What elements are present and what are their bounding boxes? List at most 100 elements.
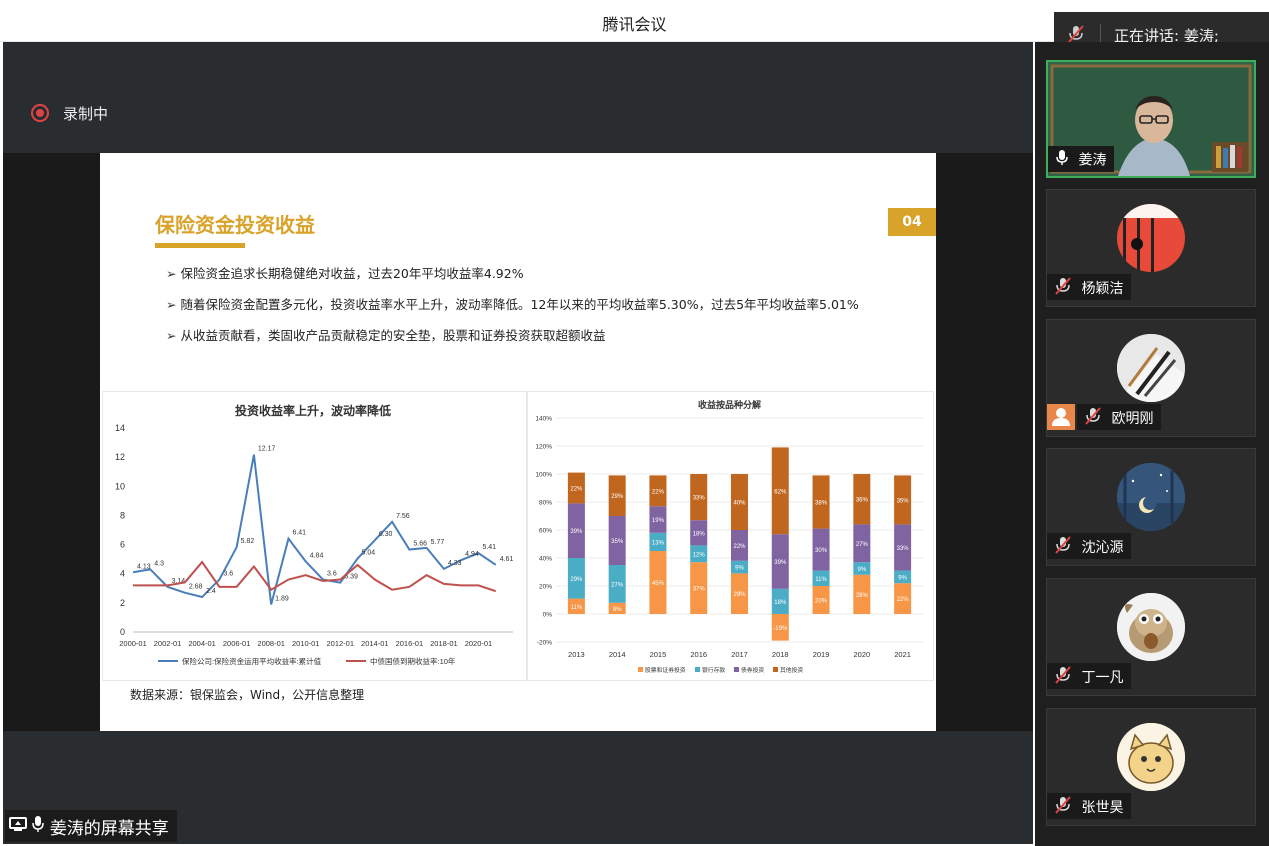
data-source-note: 数据来源：银保监会，Wind，公开信息整理 (130, 688, 365, 702)
bar-label: 20% (815, 599, 828, 605)
y-tick-label: 2 (120, 598, 125, 608)
pens-avatar (1117, 334, 1185, 402)
participant-tile[interactable]: 姜涛 (1046, 60, 1256, 178)
y-tick-label: 100% (535, 472, 552, 479)
participant-tile[interactable]: 杨颖洁 (1046, 189, 1256, 307)
data-label: 5.66 (413, 541, 427, 548)
bar-label: 29% (733, 592, 746, 598)
participant-name: 杨颖洁 (1081, 281, 1124, 297)
bar-label: 37% (693, 587, 706, 593)
bar-label: 39% (570, 529, 583, 535)
participant-name: 丁一凡 (1081, 670, 1124, 686)
x-tick-label: 2006-01 (223, 639, 251, 648)
slide-bullet: 保险资金追求长期稳健绝对收益，过去20年平均收益率4.92% (166, 263, 859, 294)
data-label: 5.82 (241, 538, 255, 545)
data-label: 3.6 (327, 571, 337, 578)
x-tick-label: 2002-01 (154, 639, 182, 648)
data-label: 6.41 (292, 530, 306, 537)
participant-name: 张世昊 (1081, 800, 1124, 816)
screen-share-banner[interactable]: 姜涛的屏幕共享 (5, 810, 177, 842)
participant-tile[interactable]: 丁一凡 (1046, 578, 1256, 696)
y-tick-label: -20% (537, 640, 552, 647)
squirrel-avatar (1117, 593, 1185, 661)
y-tick-label: 120% (535, 444, 552, 451)
participant-name-bar: 欧明刚 (1077, 404, 1162, 430)
bar-label: 11% (571, 605, 583, 611)
y-tick-label: 14 (115, 423, 125, 433)
bar-label: 9% (735, 566, 744, 572)
participant-tile[interactable]: 欧明刚 (1046, 319, 1256, 437)
participant-name-bar: 杨颖洁 (1047, 274, 1132, 300)
bar-label: 22% (652, 489, 665, 495)
y-tick-label: 140% (535, 416, 552, 423)
slide-bullets: 保险资金追求长期稳健绝对收益，过去20年平均收益率4.92% 随着保险资金配置多… (166, 263, 859, 356)
legend-label: 银行存款 (702, 666, 725, 674)
bar-label: 39% (774, 560, 787, 566)
data-label: 5.04 (362, 550, 376, 557)
line-chart-panel: 投资收益率上升，波动率降低 0 2 4 6 8 10 12 14 2000-01 2002-01 2… (102, 391, 527, 681)
x-tick-label: 2012-01 (327, 639, 355, 648)
y-tick-label: 0% (543, 612, 553, 619)
stacked-bar-chart: -20% 0% 20% 40% 60% 80% 100% 120% 140% 11% 29% 39% 2… (535, 416, 923, 674)
data-label: 6.30 (379, 531, 393, 538)
mic-icon (32, 816, 49, 838)
bar-label: 29% (611, 494, 624, 500)
data-label: 5.41 (482, 544, 496, 551)
bar-label: 11% (815, 577, 827, 583)
participant-tile[interactable]: 张世昊 (1046, 708, 1256, 826)
bar-label: 27% (611, 582, 624, 588)
bar-label: 29% (570, 577, 583, 583)
y-tick-label: 80% (539, 500, 552, 507)
recording-label: 录制中 (63, 105, 109, 123)
bar-label: 28% (856, 593, 869, 599)
bar-label: 33% (897, 546, 910, 552)
legend-label: 债券投资 (741, 666, 764, 674)
legend-swatch (734, 667, 739, 672)
slide-bullet: 从收益贡献看，类固收产品贡献稳定的安全垫，股票和证券投资获取超额收益 (166, 325, 859, 356)
bar-label: 62% (774, 489, 787, 495)
x-tick-label: 2014 (609, 650, 626, 659)
line-chart: 0 2 4 6 8 10 12 14 2000-01 2002-01 2004-01 2006-01 2… (115, 423, 513, 666)
data-label: 4.33 (448, 560, 462, 567)
data-label: 4.84 (310, 552, 324, 559)
bar-label: 27% (856, 542, 869, 548)
bar-chart-panel: 收益按品种分解 -20% 0% 20% 40% 60% 80% 100% 120% 140% 11… (527, 391, 934, 681)
data-label: 7.56 (396, 513, 410, 520)
data-label: 4.3 (154, 560, 164, 567)
red-flag-avatar (1117, 204, 1185, 272)
x-tick-label: 2010-01 (292, 639, 320, 648)
bar-label: 22% (733, 544, 746, 550)
data-label: 3.6 (223, 571, 233, 578)
y-tick-label: 10 (115, 481, 125, 491)
participant-name: 沈沁源 (1081, 540, 1124, 556)
bar-label: 38% (815, 501, 828, 507)
mic-off-icon (1055, 666, 1071, 688)
bar-label: 30% (815, 548, 828, 554)
bar-label: 19% (652, 518, 665, 524)
y-tick-label: 40% (539, 556, 552, 563)
participant-name: 欧明刚 (1111, 411, 1154, 427)
data-label: 12.17 (258, 446, 276, 453)
y-tick-label: 0 (120, 627, 125, 637)
data-label: 1.89 (275, 595, 289, 602)
slide-bullet: 随着保险资金配置多元化，投资收益率水平上升，波动率降低。12年以来的平均收益率5… (166, 294, 858, 325)
x-tick-label: 2008-01 (257, 639, 285, 648)
bar-label: 12% (693, 552, 706, 558)
participant-name-bar: 沈沁源 (1047, 533, 1132, 559)
mic-on-icon (1056, 149, 1068, 170)
bar-label: 9% (857, 567, 866, 573)
participant-name-bar: 丁一凡 (1047, 663, 1132, 689)
night-sky-avatar (1117, 463, 1185, 531)
legend-swatch (695, 667, 700, 672)
screen-share-label: 姜涛的屏幕共享 (49, 819, 169, 839)
participant-tile[interactable]: 沈沁源 (1046, 448, 1256, 566)
participant-name: 姜涛 (1078, 152, 1107, 169)
x-tick-label: 2018-01 (430, 639, 458, 648)
x-tick-label: 2013 (568, 650, 585, 659)
bar-label: 22% (897, 597, 910, 603)
bar-label: 45% (652, 581, 665, 587)
data-label: 2.4 (206, 588, 216, 595)
bar-label: 36% (856, 498, 869, 504)
presentation-slide: 保险资金投资收益 04 保险资金追求长期稳健绝对收益，过去20年平均收益率4.9… (100, 153, 936, 731)
data-label: 5.77 (431, 539, 445, 546)
